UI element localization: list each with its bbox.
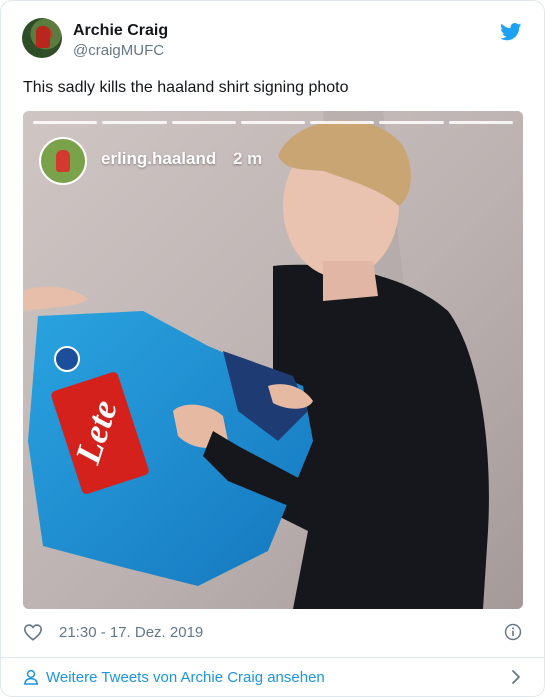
heart-icon[interactable] — [23, 623, 43, 641]
tweet-photo[interactable]: Lete erling.haaland 2 m — [23, 111, 523, 609]
chevron-right-icon[interactable] — [510, 669, 522, 685]
story-age: 2 m — [233, 149, 263, 168]
author-avatar[interactable] — [22, 18, 62, 58]
story-user-avatar — [39, 137, 87, 185]
tweet-card: Archie Craig @craigMUFC This sadly kills… — [0, 0, 545, 697]
story-progress-bars — [33, 121, 513, 124]
twitter-bird-icon[interactable] — [500, 23, 522, 41]
author-name[interactable]: Archie Craig — [73, 22, 168, 40]
tweet-timestamp[interactable]: 21:30 - 17. Dez. 2019 — [59, 624, 203, 641]
story-username: erling.haaland — [101, 149, 217, 168]
photo-scene: Lete — [23, 111, 523, 609]
person-icon — [23, 669, 39, 685]
tweet-meta: 21:30 - 17. Dez. 2019 — [23, 622, 203, 642]
info-icon[interactable] — [504, 623, 522, 641]
tweet-text: This sadly kills the haaland shirt signi… — [23, 79, 349, 96]
author-handle[interactable]: @craigMUFC — [73, 42, 164, 59]
more-tweets-link[interactable]: Weitere Tweets von Archie Craig ansehen — [23, 667, 325, 687]
footer-divider — [1, 657, 544, 658]
more-tweets-label[interactable]: Weitere Tweets von Archie Craig ansehen — [46, 669, 325, 686]
